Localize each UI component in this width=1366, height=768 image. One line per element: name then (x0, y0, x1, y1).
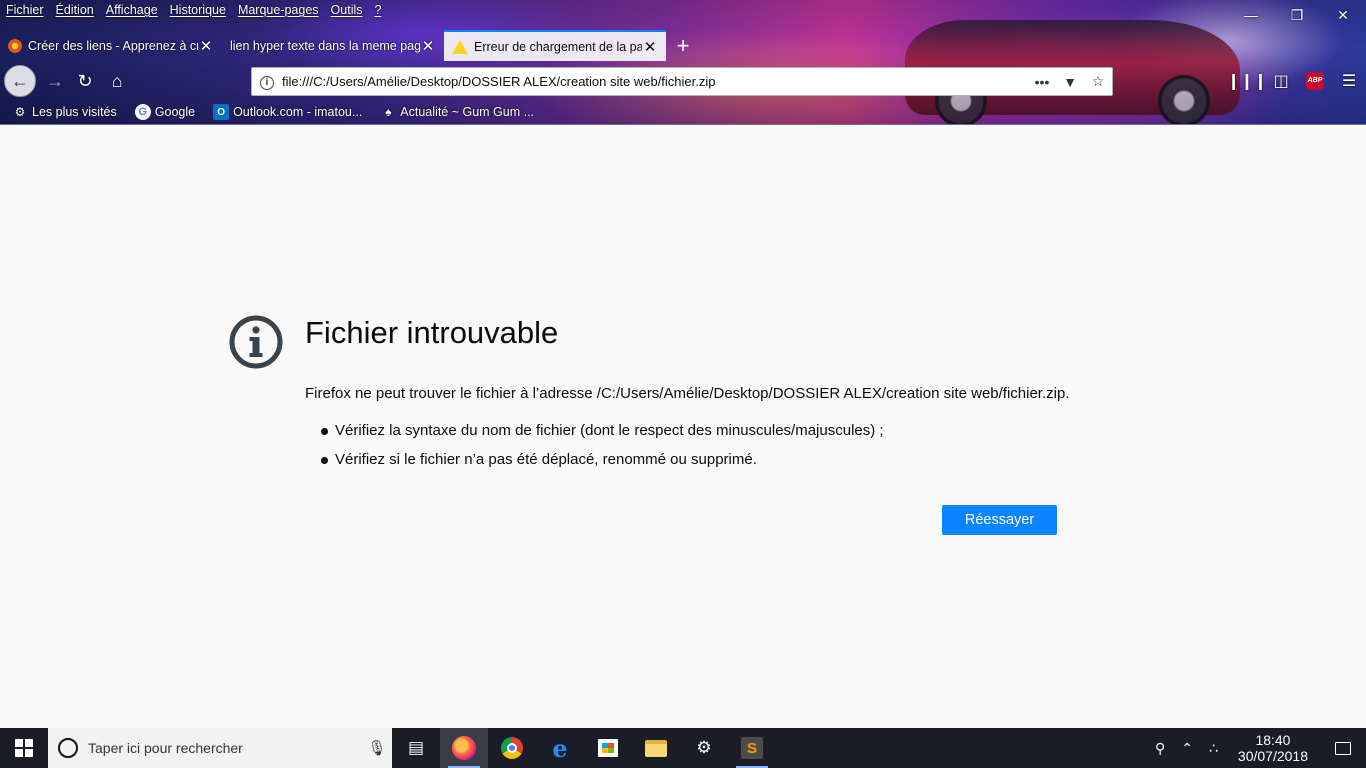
settings-taskbar-button[interactable]: ⚙ (680, 728, 728, 768)
folder-icon (645, 739, 667, 757)
bookmark-label: Outlook.com - imatou... (233, 105, 363, 119)
search-placeholder: Taper ici pour rechercher (88, 740, 243, 756)
outlook-icon: O (213, 104, 230, 120)
adblock-plus-icon[interactable]: ABP (1298, 67, 1332, 95)
menu-edition[interactable]: Édition (50, 0, 100, 22)
people-icon[interactable]: ⚲ (1147, 740, 1173, 757)
tab-label: Erreur de chargement de la page (474, 39, 642, 54)
windows-logo-icon (15, 739, 33, 757)
window-controls: — ❐ ✕ (1228, 0, 1366, 30)
tab-strip: Créer des liens - Apprenez à créer ✕ lie… (0, 30, 700, 61)
menu-fichier[interactable]: Fichier (0, 0, 50, 22)
bookmark-star-icon[interactable]: ☆ (1084, 73, 1112, 90)
sidebar-icon[interactable]: ◫ (1264, 67, 1298, 95)
pocket-icon[interactable]: ▼ (1056, 74, 1084, 90)
menu-aide[interactable]: ? (369, 0, 388, 22)
gumgum-icon: ♠ (385, 105, 392, 119)
bookmarks-toolbar: ⚙ Les plus visités G Google O Outlook.co… (0, 101, 540, 123)
chevron-up-icon[interactable]: ⌃ (1173, 740, 1201, 757)
store-icon (598, 739, 618, 757)
clock[interactable]: 18:40 30/07/2018 (1226, 732, 1320, 764)
firefox-taskbar-button[interactable] (440, 728, 488, 768)
toolbar-icons: ❙❙❙ ◫ ABP ☰ (1227, 67, 1366, 95)
bookmark-outlook[interactable]: O Outlook.com - imatou... (201, 104, 368, 120)
close-tab-icon[interactable]: ✕ (198, 37, 214, 55)
explorer-taskbar-button[interactable] (632, 728, 680, 768)
home-icon[interactable]: ⌂ (102, 67, 132, 95)
chrome-icon (501, 737, 523, 759)
warning-icon (452, 39, 468, 54)
error-description: Firefox ne peut trouver le fichier à l’a… (305, 385, 1070, 402)
close-tab-icon[interactable]: ✕ (420, 37, 436, 55)
cortana-icon (58, 738, 78, 758)
minimize-icon[interactable]: — (1228, 0, 1274, 30)
tab-erreur-chargement[interactable]: Erreur de chargement de la page ✕ (444, 30, 666, 61)
bookmark-label: Actualité ~ Gum Gum ... (400, 105, 535, 119)
error-suggestions: Vérifiez la syntaxe du nom de fichier (d… (321, 421, 884, 479)
retry-button[interactable]: Réessayer (942, 505, 1057, 535)
close-tab-icon[interactable]: ✕ (642, 38, 658, 56)
start-button[interactable] (0, 728, 48, 768)
chrome-taskbar-button[interactable] (488, 728, 536, 768)
menu-outils[interactable]: Outils (325, 0, 369, 22)
sublime-taskbar-button[interactable]: S (728, 728, 776, 768)
google-icon: G (134, 104, 151, 120)
gear-icon: ⚙ (696, 738, 712, 757)
back-arrow-icon[interactable]: ← (4, 65, 36, 97)
restore-icon[interactable]: ❐ (1274, 0, 1320, 30)
close-window-icon[interactable]: ✕ (1320, 0, 1366, 30)
notification-icon[interactable] (1320, 741, 1366, 755)
taskbar-search[interactable]: Taper ici pour rechercher 🎙 (48, 728, 392, 768)
forward-arrow-icon[interactable]: → (40, 67, 70, 95)
bookmark-les-plus-visites[interactable]: ⚙ Les plus visités (0, 104, 123, 120)
tab-lien-hyper-texte[interactable]: lien hyper texte dans la meme page ✕ (222, 30, 444, 61)
edge-taskbar-button[interactable]: e (536, 728, 584, 768)
clock-date: 30/07/2018 (1237, 748, 1308, 764)
bookmark-google[interactable]: G Google (123, 104, 201, 120)
firefox-icon (452, 736, 476, 760)
edge-icon: e (552, 733, 568, 763)
task-view-icon[interactable]: ▤ (392, 728, 440, 768)
tab-label: lien hyper texte dans la meme page (230, 38, 420, 53)
sublime-text-icon: S (741, 737, 763, 759)
new-tab-icon[interactable]: + (666, 30, 700, 61)
wifi-icon[interactable]: ∴ (1201, 740, 1226, 757)
menu-bar: Fichier Édition Affichage Historique Mar… (0, 0, 387, 22)
menu-marque-pages[interactable]: Marque-pages (232, 0, 325, 22)
url-bar: i ••• ▼ ☆ (251, 67, 1113, 96)
microphone-icon[interactable]: 🎙 (362, 739, 392, 757)
store-taskbar-button[interactable] (584, 728, 632, 768)
page-content: Fichier introuvable Firefox ne peut trou… (0, 125, 1366, 728)
suggestion-item: Vérifiez si le fichier n’a pas été dépla… (321, 450, 884, 479)
site-info-icon[interactable]: i (252, 73, 282, 90)
reload-icon[interactable]: ↻ (70, 67, 100, 95)
taskbar: Taper ici pour rechercher 🎙 ▤ e ⚙ S ⚲ ⌃ … (0, 728, 1366, 768)
tab-label: Créer des liens - Apprenez à créer (28, 38, 198, 53)
clock-time: 18:40 (1255, 732, 1291, 748)
page-actions-icon[interactable]: ••• (1028, 74, 1056, 90)
menu-historique[interactable]: Historique (164, 0, 232, 22)
openclassrooms-icon (8, 38, 22, 53)
gear-icon: ⚙ (14, 105, 26, 119)
suggestion-item: Vérifiez la syntaxe du nom de fichier (d… (321, 421, 884, 450)
system-tray: ⚲ ⌃ ∴ 18:40 30/07/2018 (1147, 728, 1366, 768)
browser-chrome: Fichier Édition Affichage Historique Mar… (0, 0, 1366, 125)
error-title: Fichier introuvable (305, 315, 559, 350)
url-input[interactable] (282, 74, 1028, 89)
library-icon[interactable]: ❙❙❙ (1227, 67, 1267, 95)
bookmark-label: Google (154, 105, 196, 119)
info-icon (229, 315, 283, 369)
bookmark-gumgum[interactable]: ♠ Actualité ~ Gum Gum ... (368, 104, 540, 120)
tab-creer-des-liens[interactable]: Créer des liens - Apprenez à créer ✕ (0, 30, 222, 61)
bookmark-label: Les plus visités (32, 105, 117, 119)
hamburger-menu-icon[interactable]: ☰ (1332, 67, 1366, 95)
menu-affichage[interactable]: Affichage (100, 0, 164, 22)
navigation-toolbar: ← → ↻ ⌂ i ••• ▼ ☆ ❙❙❙ ◫ ABP ☰ (0, 61, 1366, 101)
